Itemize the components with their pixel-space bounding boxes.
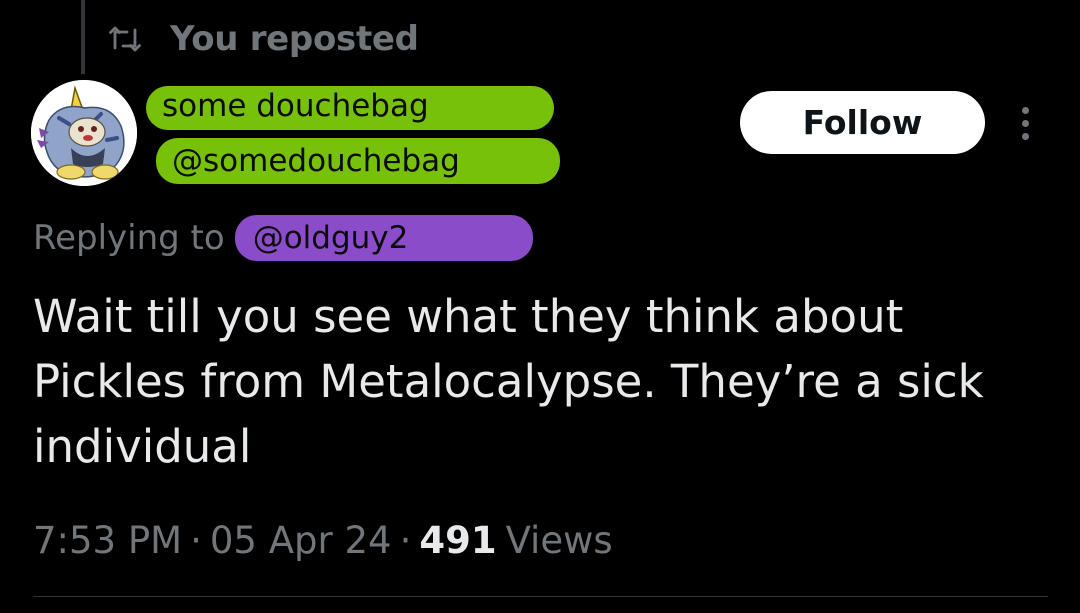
gabumon-avatar[interactable] <box>31 80 137 186</box>
tweet-text: Wait till you see what they think about … <box>33 290 984 473</box>
more-dot <box>1021 132 1029 140</box>
reply-target-handle[interactable]: @oldguy2 <box>234 215 533 261</box>
more-dot <box>1021 106 1029 114</box>
views-count[interactable]: 491 <box>419 519 496 562</box>
follow-button[interactable]: Follow <box>740 91 985 154</box>
more-dot <box>1021 119 1029 127</box>
repost-icon <box>108 22 142 56</box>
tweet-date[interactable]: 05 Apr 24 <box>210 519 392 562</box>
repost-label: You reposted <box>170 19 419 59</box>
tweet-detail: You reposted some douchebag @somedoucheb… <box>0 0 1080 613</box>
thread-connector-line <box>81 0 85 74</box>
author-handle[interactable]: @somedouchebag <box>156 138 560 184</box>
author-display-name[interactable]: some douchebag <box>146 86 554 130</box>
meta-separator: · <box>190 518 202 562</box>
more-vertical-icon[interactable] <box>1010 100 1040 146</box>
meta-separator: · <box>399 518 412 562</box>
tweet-metadata: 7:53 PM · 05 Apr 24 · 491 Views <box>33 512 613 568</box>
views-label[interactable]: Views <box>506 519 613 562</box>
repost-indicator: You reposted <box>108 14 419 64</box>
replying-to-row: Replying to @oldguy2 <box>33 213 533 263</box>
tweet-time[interactable]: 7:53 PM <box>33 519 182 562</box>
replying-to-label: Replying to <box>33 218 225 258</box>
divider <box>33 596 1048 597</box>
